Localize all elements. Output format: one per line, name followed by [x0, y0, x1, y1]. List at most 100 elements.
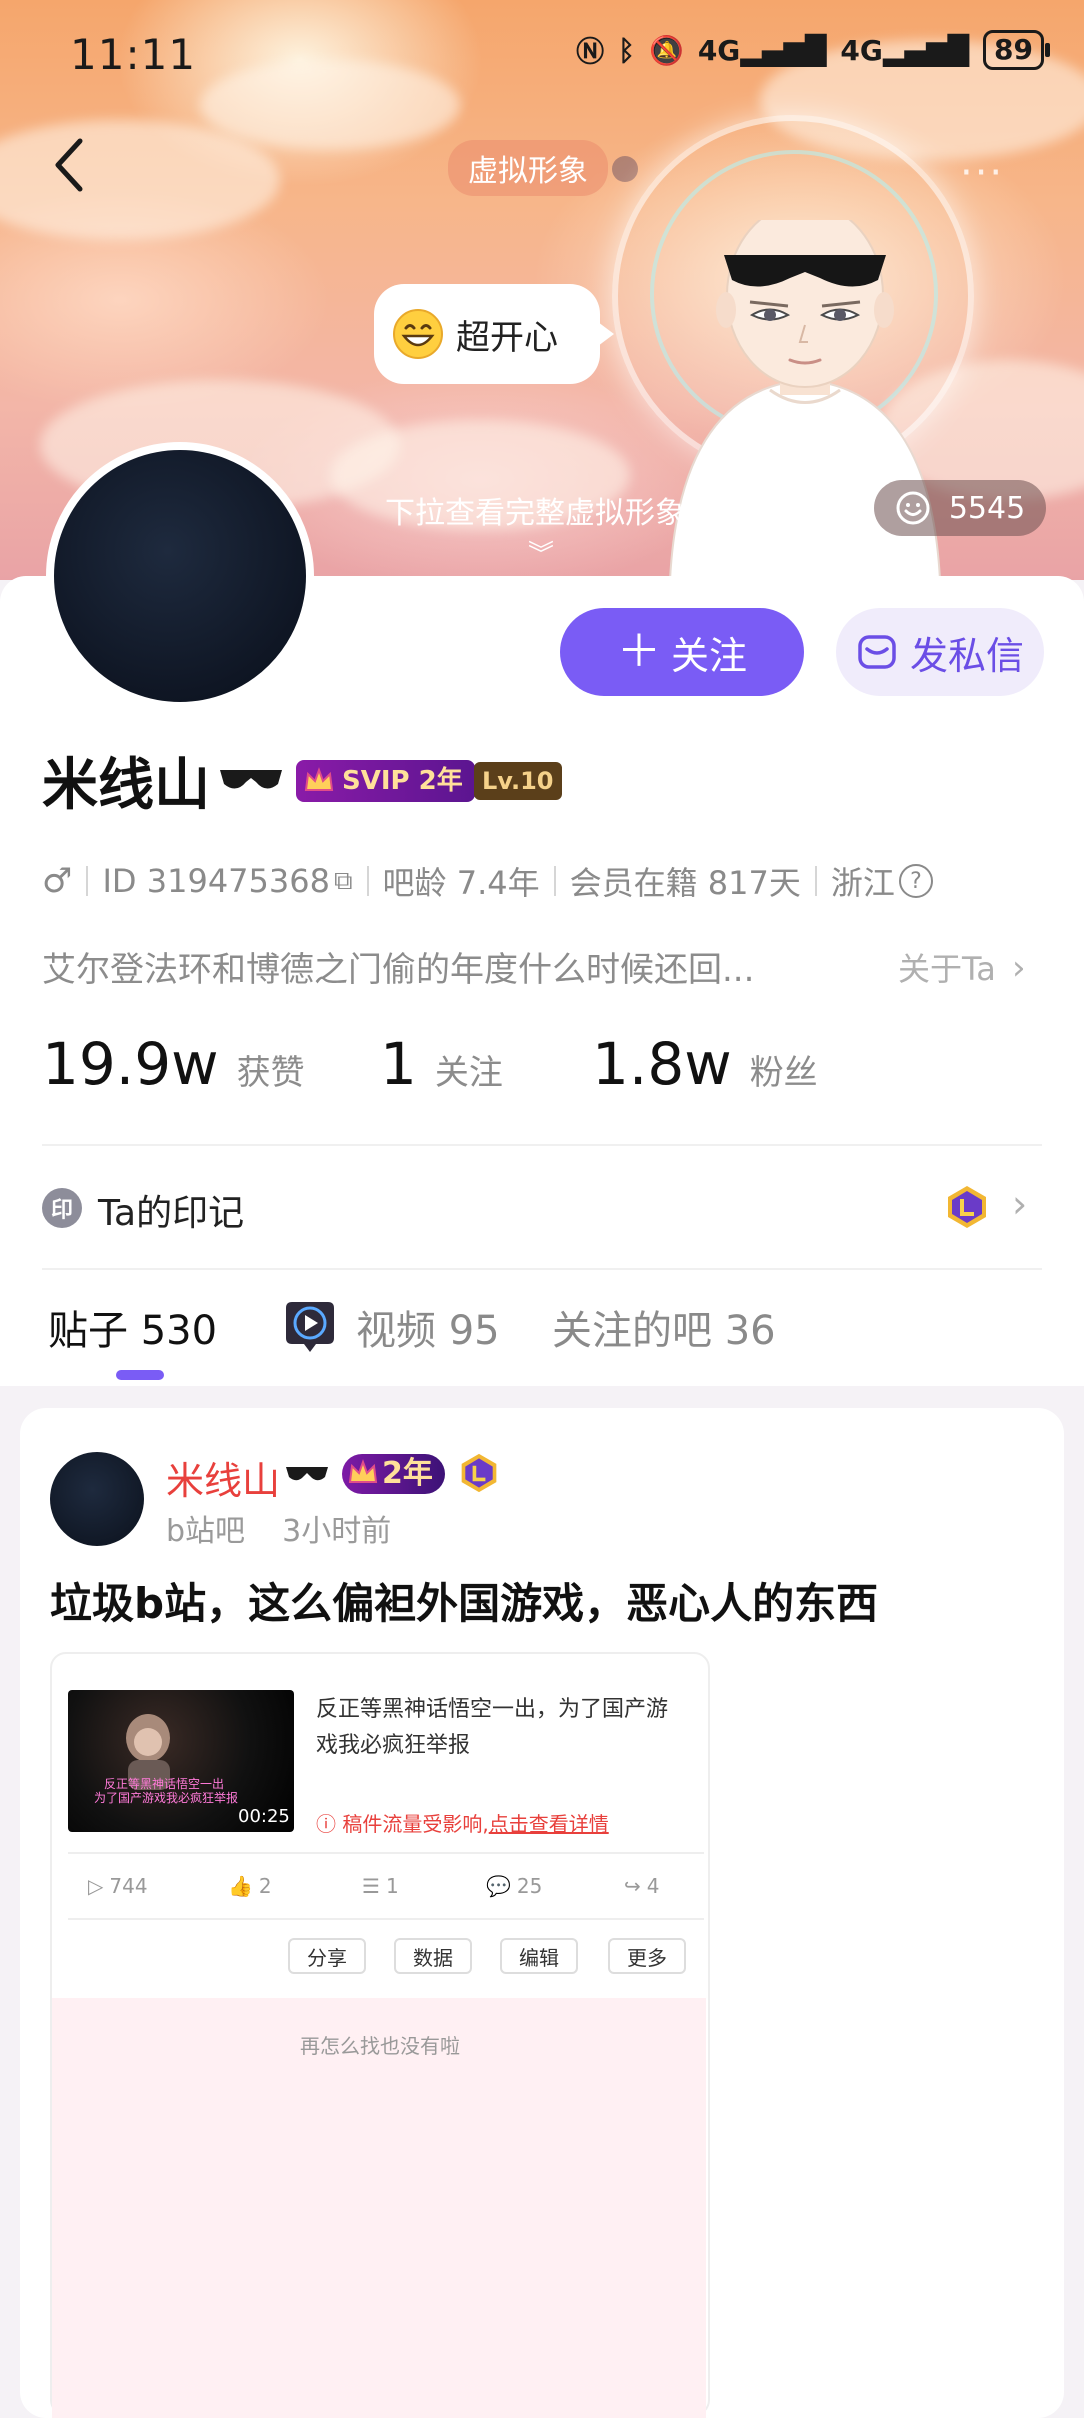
thumb-line-1: 反正等黑神话悟空一出 — [104, 1776, 224, 1791]
mood-text: 超开心 — [456, 317, 558, 358]
profile-bio[interactable]: 艾尔登法环和博德之门偷的年度什么时候还回... — [42, 942, 882, 991]
imprint-icon: 印 — [42, 1188, 82, 1228]
stat-plays: ▷ 744 — [88, 1874, 148, 1898]
thumb-line-2: 为了国产游戏我必疯狂举报 — [94, 1790, 238, 1805]
cloud-decoration — [200, 60, 460, 150]
tab-followed-bars[interactable]: 关注的吧 36 — [552, 1298, 776, 1356]
share-button[interactable]: 分享 — [288, 1938, 366, 1974]
nfc-icon: Ⓝ — [576, 35, 605, 68]
stat-label: 关注 — [434, 1053, 503, 1093]
comment-icon: 💬 — [486, 1874, 511, 1898]
help-icon[interactable]: ? — [898, 864, 933, 898]
post-title[interactable]: 垃圾b站，这么偏袒外国游戏，恶心人的东西 — [50, 1570, 878, 1631]
region: 浙江 — [830, 864, 895, 902]
divider — [68, 1852, 704, 1854]
divider — [366, 866, 369, 896]
traffic-warning[interactable]: ⓘ 稿件流量受影响,点击查看详情 — [316, 1808, 609, 1837]
medal-icon[interactable] — [944, 1184, 990, 1230]
profile-meta-row: ♂ ID 319475368 ⧉ 吧龄 7.4年 会员在籍 817天 浙江 ? — [42, 858, 933, 904]
avatar-like-count: 5545 — [948, 490, 1026, 526]
edit-button[interactable]: 编辑 — [500, 1938, 578, 1974]
danmaku-icon: ☰ — [362, 1874, 380, 1898]
chevron-right-icon[interactable]: › — [1012, 948, 1026, 988]
post-author-name[interactable]: 米线山 — [166, 1450, 280, 1505]
follow-button-label: 关注 — [670, 633, 747, 678]
stat-value: 1.8w — [592, 1030, 732, 1098]
post-forum[interactable]: b站吧 — [166, 1514, 245, 1549]
post-meta: b站吧 3小时前 — [166, 1506, 391, 1550]
stat-value: 19.9w — [42, 1030, 219, 1098]
level-badge[interactable]: Lv.10 — [474, 762, 562, 800]
double-chevron-down-icon: ︾ — [528, 540, 555, 570]
share-arrow-icon: ↪ — [624, 1874, 641, 1898]
more-options-icon[interactable]: ··· — [960, 150, 1004, 196]
member-days: 会员在籍 817天 — [569, 864, 801, 902]
profile-username: 米线山 — [42, 753, 210, 818]
play-count-icon: ▷ — [88, 1874, 104, 1898]
sunglasses-icon — [286, 1467, 328, 1481]
empty-state-text: 再怎么找也没有啦 — [300, 2034, 460, 2058]
tab-videos[interactable]: 视频 95 — [356, 1298, 500, 1356]
signal-icon: 4G▂▄▆█ — [840, 33, 970, 67]
more-button[interactable]: 更多 — [608, 1938, 686, 1974]
copy-id-icon[interactable]: ⧉ — [334, 866, 353, 897]
user-id: ID 319475368 — [102, 862, 330, 900]
male-gender-icon: ♂ — [42, 861, 73, 901]
tab-posts[interactable]: 贴子 530 — [48, 1298, 217, 1356]
message-button-label: 发私信 — [909, 633, 1024, 678]
status-icons: Ⓝ ᛒ 🔕 4G▂▄▆█ 4G▂▄▆█ 89 — [576, 30, 1050, 70]
stat-label: 获赞 — [236, 1053, 305, 1093]
stat-likes: 👍 2 — [228, 1874, 272, 1898]
stat-label: 粉丝 — [749, 1053, 818, 1093]
stat-danmaku: ☰ 1 — [362, 1874, 399, 1898]
stat-following[interactable]: 1 关注 — [380, 1030, 503, 1098]
signal-icon: 4G▂▄▆█ — [697, 33, 827, 67]
smile-icon — [896, 491, 930, 525]
divider — [814, 866, 817, 896]
bar-age: 吧龄 7.4年 — [382, 864, 540, 902]
envelope-icon — [858, 635, 896, 669]
mood-bubble[interactable]: 超开心 — [374, 284, 614, 384]
post-time: 3小时前 — [282, 1514, 392, 1549]
imprint-label[interactable]: Ta的印记 — [98, 1184, 244, 1236]
status-time: 11:11 — [70, 30, 197, 79]
crown-icon — [348, 1459, 378, 1483]
thumb-up-icon: 👍 — [228, 1874, 253, 1898]
plus-icon: ＋ — [616, 626, 661, 677]
pull-down-hint: 下拉查看完整虚拟形象 — [385, 496, 685, 531]
details-link[interactable]: 点击查看详情 — [489, 1812, 609, 1836]
sunglasses-icon — [220, 770, 282, 789]
divider — [42, 1268, 1042, 1270]
back-arrow-icon[interactable] — [50, 135, 90, 195]
grin-emoji-icon — [393, 309, 443, 359]
divider — [68, 1918, 704, 1920]
data-button[interactable]: 数据 — [394, 1938, 472, 1974]
follow-button[interactable]: ＋ 关注 — [560, 608, 804, 696]
medal-icon — [461, 1453, 497, 1493]
avatar-like-button[interactable]: 5545 — [874, 480, 1046, 536]
stat-comments: 💬 25 — [486, 1874, 543, 1898]
stat-likes[interactable]: 19.9w 获赞 — [42, 1030, 305, 1098]
active-tab-indicator — [116, 1370, 164, 1380]
private-message-button[interactable]: 发私信 — [836, 608, 1044, 696]
battery-icon: 89 — [983, 30, 1050, 70]
video-play-icon — [286, 1302, 334, 1352]
video-description: 反正等黑神话悟空一出，为了国产游戏我必疯狂举报 — [316, 1697, 669, 1758]
empty-state-area — [52, 1998, 706, 2418]
video-duration: 00:25 — [238, 1806, 290, 1827]
stat-followers[interactable]: 1.8w 粉丝 — [592, 1030, 818, 1098]
post-author-avatar[interactable] — [50, 1452, 144, 1546]
divider — [553, 866, 556, 896]
user-avatar[interactable] — [46, 442, 314, 710]
mute-bell-icon: 🔕 — [648, 33, 684, 67]
virtual-avatar-tag[interactable]: 虚拟形象 — [448, 140, 608, 196]
cloud-decoration — [0, 120, 280, 240]
warning-circle-icon: ⓘ — [316, 1812, 343, 1836]
stat-shares: ↪ 4 — [624, 1874, 660, 1898]
divider — [42, 1144, 1042, 1146]
about-link[interactable]: 关于Ta — [898, 944, 996, 990]
divider — [86, 866, 89, 896]
tag-indicator-dot — [612, 156, 638, 182]
chevron-right-icon[interactable]: › — [1012, 1182, 1027, 1226]
stat-value: 1 — [380, 1030, 417, 1098]
